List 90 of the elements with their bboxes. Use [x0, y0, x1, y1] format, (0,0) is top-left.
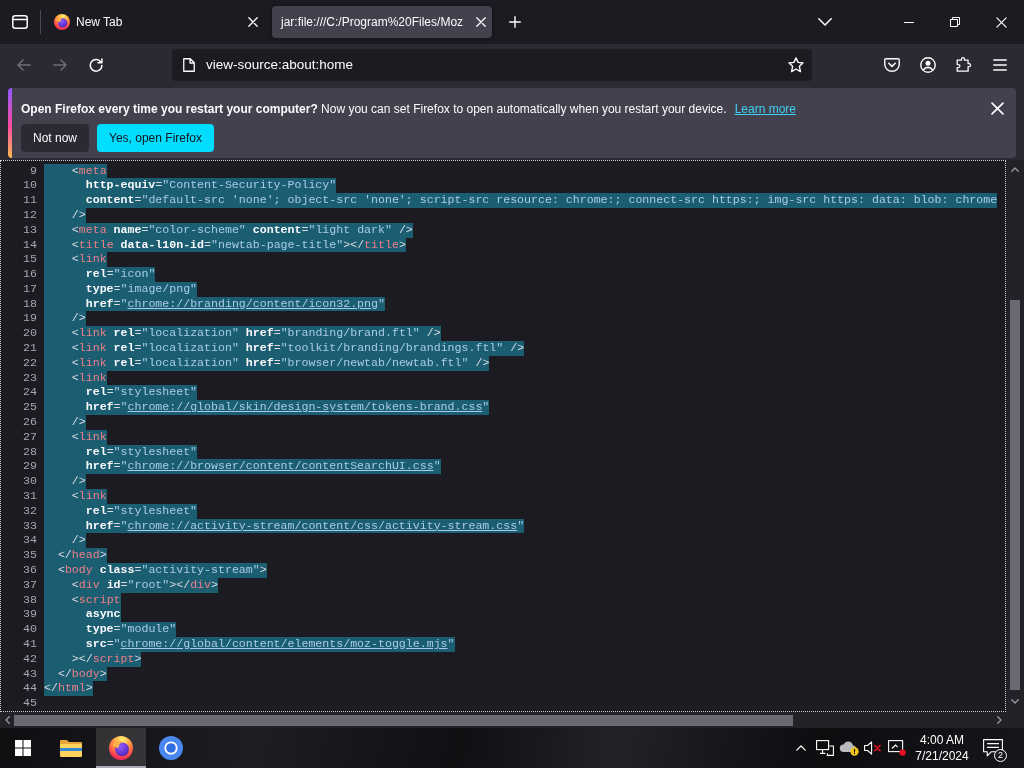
line-number: 41: [22, 637, 37, 652]
line-number: 36: [22, 563, 37, 578]
line-number: 17: [22, 281, 37, 297]
vertical-scrollbar[interactable]: [1006, 160, 1024, 712]
line-number: 33: [22, 518, 37, 534]
learn-more-link[interactable]: Learn more: [734, 102, 796, 116]
confirm-button[interactable]: Yes, open Firefox: [97, 124, 214, 152]
source-link[interactable]: chrome://global/skin/design-system/tokens-brand.css: [127, 400, 483, 414]
line-number: 37: [22, 577, 37, 593]
line-number: 34: [22, 533, 37, 549]
line-number: 43: [22, 666, 37, 682]
line-number: 27: [22, 429, 37, 445]
source-link[interactable]: chrome://browser/content/contentSearchUI.css: [127, 459, 434, 473]
line-number: 15: [22, 252, 37, 268]
clock[interactable]: 4:00 AM 7/21/2024: [909, 728, 975, 768]
puzzle-piece-icon: [956, 56, 972, 73]
line-number: 10: [22, 178, 37, 194]
restore-icon: [950, 17, 960, 27]
source-link[interactable]: chrome://branding/content/icon32.png: [127, 296, 378, 310]
windows-logo-icon: [15, 740, 31, 756]
browser-tab[interactable]: jar:file:///C:/Program%20Files/Moz: [272, 6, 492, 38]
menu-icon: [993, 58, 1007, 71]
caret-right-icon: [996, 716, 1002, 724]
accent-bar: [8, 88, 12, 158]
pocket-icon: [884, 57, 900, 72]
line-number: 44: [22, 681, 37, 697]
scrollbar-thumb[interactable]: [1010, 300, 1020, 690]
browser-logo-icon: [109, 736, 133, 760]
line-number: 31: [22, 489, 37, 504]
close-icon: [995, 16, 1007, 28]
address-bar[interactable]: view-source:about:home: [172, 48, 812, 81]
notification-center-button[interactable]: 2: [975, 728, 1011, 768]
caret-up-icon: [796, 745, 806, 751]
source-link[interactable]: chrome://activity-stream/content/css/activity-stream.css: [127, 518, 518, 532]
plus-icon: [509, 16, 521, 28]
network-icon: [816, 740, 834, 756]
arrow-left-icon: [17, 58, 31, 71]
caret-up-icon: [1011, 166, 1019, 172]
line-number: 45: [22, 696, 37, 711]
speaker-muted-icon: [864, 741, 882, 755]
taskbar-app-button[interactable]: [96, 728, 146, 768]
line-number: 29: [22, 459, 37, 475]
close-icon: [476, 17, 487, 27]
line-number: 22: [22, 355, 37, 371]
line-number: 14: [22, 237, 37, 253]
line-number: 30: [22, 474, 37, 490]
account-icon: [920, 56, 936, 73]
line-number: 19: [22, 311, 37, 327]
notification-count: 2: [994, 749, 1007, 762]
dismiss-button[interactable]: Not now: [21, 124, 90, 152]
page-icon: [183, 57, 195, 72]
browser-tab[interactable]: New Tab: [45, 6, 265, 38]
horizontal-scrollbar[interactable]: [0, 712, 1006, 728]
line-number: 28: [22, 444, 37, 460]
minimize-icon: [904, 21, 914, 23]
line-number: 18: [22, 296, 37, 312]
line-number: 9: [29, 163, 37, 179]
line-number: 13: [22, 222, 37, 238]
screen-icon: [888, 740, 906, 756]
reload-icon: [89, 57, 103, 72]
source-link[interactable]: chrome://global/content/elements/moz-toggle.mjs: [120, 637, 448, 650]
caret-down-icon: [1011, 698, 1019, 704]
line-number: 26: [22, 415, 37, 430]
line-number: 21: [22, 341, 37, 356]
line-number: 20: [22, 326, 37, 342]
folder-icon: [60, 739, 82, 757]
line-number: 32: [22, 503, 37, 519]
cloud-warning-icon: [839, 740, 859, 756]
chevron-down-icon: [818, 18, 832, 26]
ring-logo-icon: [159, 736, 183, 760]
star-icon: [788, 56, 804, 73]
arrow-right-icon: [53, 58, 67, 71]
line-number: 12: [22, 207, 37, 223]
line-number: 11: [22, 193, 37, 208]
close-icon: [248, 17, 258, 27]
line-number: 38: [22, 592, 37, 608]
line-number: 42: [22, 651, 37, 667]
line-number: 40: [22, 622, 37, 637]
line-number: 25: [22, 400, 37, 416]
window-icon: [12, 15, 28, 29]
notification-message: Open Firefox every time you restart your computer? Now you can set Firefox to open automatically when you restart your device. Learn more: [21, 101, 797, 117]
line-number: 23: [22, 370, 37, 386]
scrollbar-thumb[interactable]: [14, 714, 793, 726]
line-number: 24: [22, 385, 37, 401]
speech-bubble-icon: [983, 739, 1003, 757]
line-number: 16: [22, 267, 37, 282]
line-number: 35: [22, 548, 37, 564]
line-number: 39: [22, 607, 37, 623]
close-icon: [990, 101, 1004, 115]
caret-left-icon: [4, 716, 10, 724]
